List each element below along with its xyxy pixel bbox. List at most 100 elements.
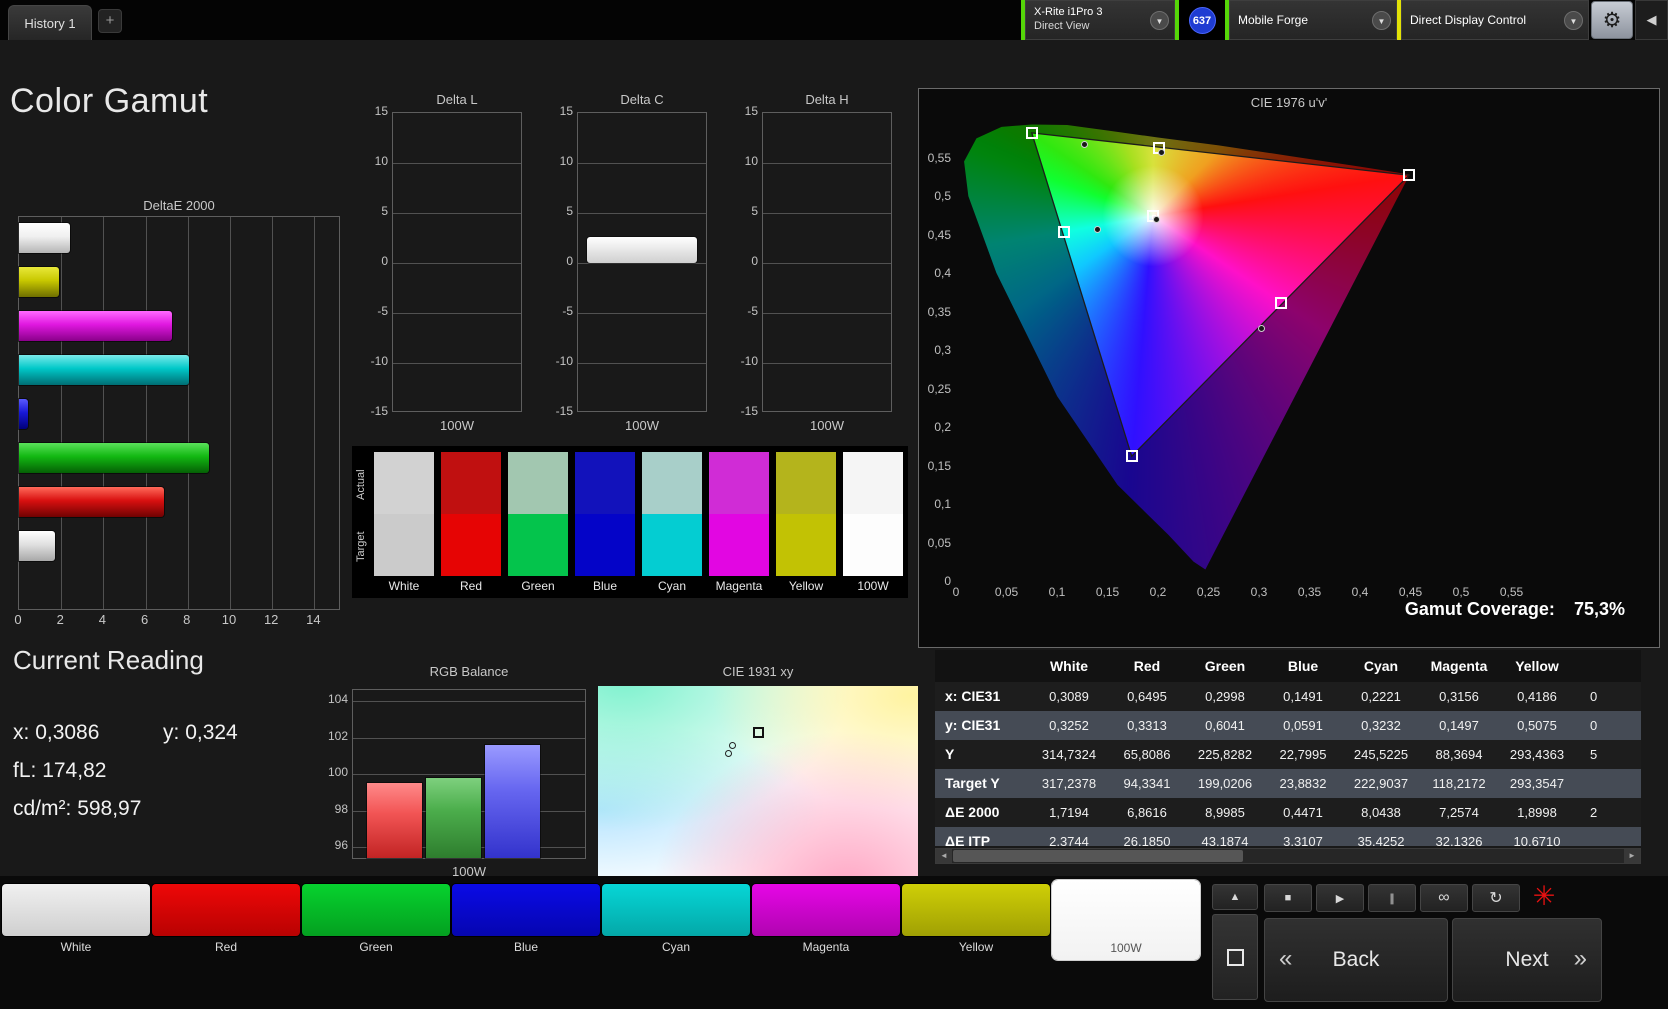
gridline — [578, 363, 706, 364]
scroll-left-icon[interactable]: ◄ — [936, 849, 952, 863]
delta-bar — [587, 237, 697, 263]
swatch-label: White — [388, 579, 420, 593]
source-dropdown[interactable]: Mobile Forge ▼ — [1229, 0, 1397, 40]
gridline — [393, 363, 521, 364]
patch-size-up-button[interactable]: ▲ — [1212, 884, 1258, 910]
target-marker-icon — [1058, 226, 1071, 239]
table-cell-clipped: 5 — [1590, 747, 1598, 762]
x-tick: 0,05 — [994, 585, 1019, 599]
x-tick: 0,5 — [1452, 585, 1470, 599]
swatch-label: Red — [459, 579, 482, 593]
gridline — [393, 263, 521, 264]
table-cell: 0,1491 — [1283, 689, 1323, 704]
table-header: White Red Green Blue Cyan Magenta Yellow — [935, 650, 1641, 682]
table-cell: 0,6041 — [1205, 718, 1245, 733]
scrollbar-thumb[interactable] — [953, 850, 1243, 862]
table-row: ΔE 2000 1,7194 6,8616 8,9985 0,4471 8,0438 7,2… — [935, 798, 1641, 827]
patch-button-yellow[interactable] — [902, 884, 1050, 936]
y-tick: 15 — [559, 104, 573, 118]
table-cell: 0,1497 — [1439, 718, 1479, 733]
rgb-balance-title: RGB Balance — [429, 664, 509, 679]
x-tick: 0,4 — [1351, 585, 1369, 599]
play-button[interactable]: ▶ — [1316, 884, 1364, 912]
y-tick: 0,25 — [927, 381, 951, 396]
patch-button-cyan[interactable] — [602, 884, 750, 936]
display-control-dropdown[interactable]: Direct Display Control ▼ — [1401, 0, 1589, 40]
error-asterisk-icon[interactable]: ✳ — [1528, 880, 1560, 912]
chevrons-right-icon: » — [1573, 945, 1587, 972]
table-cell: 22,7995 — [1279, 747, 1327, 762]
back-button[interactable]: « Back — [1264, 918, 1448, 1002]
y-tick: 0,3 — [934, 343, 951, 357]
pause-button[interactable]: ∥ — [1368, 884, 1416, 912]
patch-label: Magenta — [802, 940, 850, 954]
scroll-right-icon[interactable]: ► — [1624, 849, 1640, 863]
table-cell: 0,2998 — [1205, 689, 1245, 704]
delta-plot-area — [762, 112, 892, 412]
gridline — [393, 213, 521, 214]
y-tick: 0,35 — [927, 304, 951, 319]
patch-button-red[interactable] — [152, 884, 300, 936]
current-reading-title: Current Reading — [13, 645, 204, 675]
swatch-label: Magenta — [715, 579, 763, 593]
table-cell-clipped: 2 — [1590, 805, 1598, 820]
bottom-bar: White Red Green Blue Cyan Magenta Yellow 100W ▲… — [0, 876, 1668, 1009]
patch-button-100w[interactable]: 100W — [1052, 880, 1200, 960]
collapse-panel-button[interactable]: ◀ — [1635, 0, 1668, 40]
chevron-down-icon: ▼ — [1564, 10, 1583, 30]
meter-mode: Direct View — [1034, 20, 1090, 32]
patch-button-white[interactable] — [2, 884, 150, 936]
column-header-blue: Blue — [1287, 658, 1319, 674]
y-tick: 0 — [751, 254, 758, 268]
meter-dropdown[interactable]: X-Rite i1Pro 3 Direct View ▼ — [1025, 0, 1175, 40]
reading-fl: fL: 174,82 — [13, 759, 107, 782]
tab-history[interactable]: History 1 — [8, 5, 92, 40]
swatch-label: 100W — [857, 579, 889, 593]
table-horizontal-scrollbar[interactable]: ◄ ► — [935, 848, 1641, 864]
y-tick: 0,2 — [934, 420, 951, 434]
swatch-actual — [508, 452, 568, 514]
measured-marker-icon — [1152, 216, 1160, 224]
x-tick: 6 — [140, 612, 149, 627]
gridline — [763, 313, 891, 314]
patch-button-green[interactable] — [302, 884, 450, 936]
table-cell: 0,3156 — [1439, 689, 1479, 704]
pause-icon: ∥ — [1389, 892, 1395, 905]
deltae-plot-area — [18, 216, 340, 610]
patch-button-blue[interactable] — [452, 884, 600, 936]
play-icon: ▶ — [1335, 892, 1345, 905]
table-cell-clipped — [1576, 827, 1641, 846]
table-cell: 199,0206 — [1197, 776, 1253, 791]
next-button[interactable]: Next » — [1452, 918, 1602, 1002]
table-cell: 0,0591 — [1283, 718, 1323, 733]
y-tick: 10 — [744, 154, 758, 168]
table-cell: 0,3089 — [1049, 689, 1089, 704]
swatch-label: Green — [521, 579, 555, 593]
table-row: y: CIE31 0,3252 0,3313 0,6041 0,0591 0,3232 0,… — [935, 711, 1641, 740]
patch-button-magenta[interactable] — [752, 884, 900, 936]
continuous-button[interactable]: ∞ — [1420, 884, 1468, 912]
gridline — [763, 263, 891, 264]
y-tick: 0,05 — [927, 535, 951, 550]
measurement-table: White Red Green Blue Cyan Magenta Yellow x: CI… — [935, 650, 1641, 866]
delta-x-label: 100W — [625, 418, 659, 433]
square-icon — [1226, 948, 1244, 966]
loop-button[interactable]: ↻ — [1472, 884, 1520, 912]
deltae-bar-cyan — [19, 355, 189, 385]
column-header-cyan: Cyan — [1363, 658, 1399, 674]
y-tick: -5 — [377, 304, 388, 318]
row-label: ΔE 2000 — [945, 804, 1000, 820]
add-tab-button[interactable]: + — [98, 9, 122, 33]
settings-button[interactable]: ⚙ — [1591, 1, 1633, 39]
patch-label: Cyan — [661, 940, 690, 954]
table-cell: 0,3232 — [1361, 718, 1401, 733]
rgb-balance-plot — [352, 689, 586, 859]
gamut-coverage-value: 75,3% — [1573, 599, 1625, 619]
patch-window-button[interactable] — [1212, 914, 1258, 1000]
delta-x-label: 100W — [440, 418, 474, 433]
top-bar: History 1 + X-Rite i1Pro 3 Direct View ▼… — [0, 0, 1668, 40]
gridline — [103, 217, 105, 609]
y-tick: 5 — [566, 204, 573, 218]
stop-button[interactable]: ■ — [1264, 884, 1312, 912]
deltae-bar-100w — [19, 223, 70, 253]
